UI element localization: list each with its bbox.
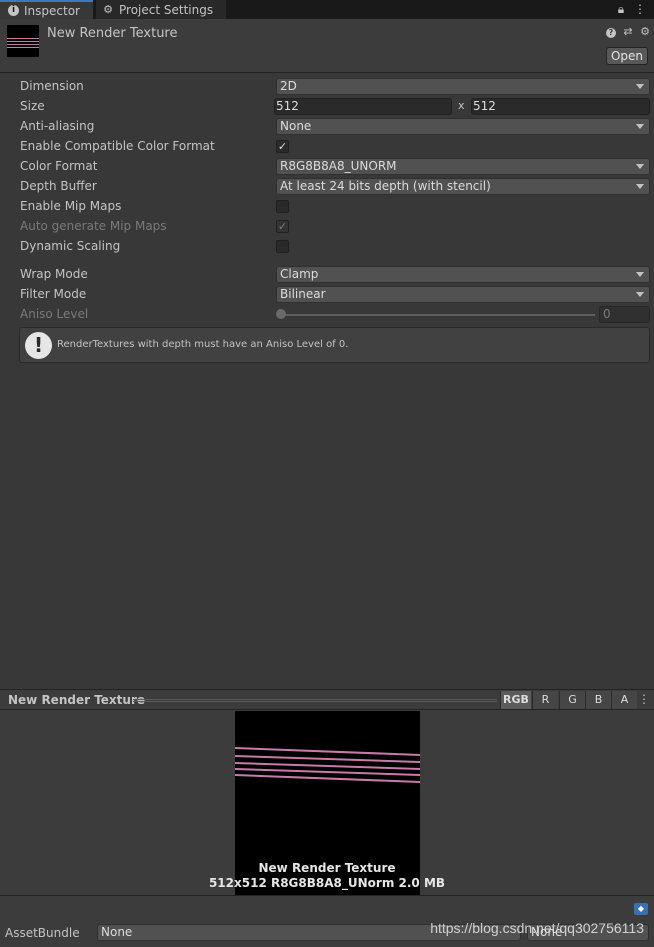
row-wrap-mode: Wrap Mode Clamp (0, 264, 654, 284)
dropdown-arrow-icon (636, 124, 644, 129)
auto-mip-checkbox: ✓ (276, 220, 289, 233)
preview-area: New Render Texture 512x512 R8G8B8A8_UNor… (0, 710, 654, 895)
wrap-mode-value: Clamp (280, 267, 319, 281)
channel-r-button[interactable]: R (532, 691, 558, 709)
asset-bundle-value: None (101, 925, 133, 939)
row-filter-mode: Filter Mode Bilinear (0, 284, 654, 304)
tab-bar: i Inspector ⚙ Project Settings 🔒︎ ⋮ (0, 0, 654, 19)
dimension-label: Dimension (20, 79, 84, 93)
preview-drag-grip[interactable] (133, 699, 497, 702)
preview-title: New Render Texture (8, 693, 145, 707)
depth-buffer-label: Depth Buffer (20, 179, 97, 193)
help-icon[interactable]: ? (605, 28, 616, 38)
render-texture-thumbnail (7, 25, 39, 57)
row-depth-buffer: Depth Buffer At least 24 bits depth (wit… (0, 176, 654, 196)
help-box: ! RenderTextures with depth must have an… (19, 327, 650, 363)
dropdown-arrow-icon (636, 272, 644, 277)
header-icons: ? ⇄ ⚙ (602, 25, 650, 38)
asset-bundle-bar: ◆ AssetBundle None None https://blog.csd… (0, 895, 654, 947)
dropdown-arrow-icon (636, 164, 644, 169)
aniso-level-field: 0 (599, 306, 650, 323)
mip-maps-checkbox[interactable] (276, 200, 289, 213)
open-button[interactable]: Open (606, 47, 648, 65)
aniso-level-label: Aniso Level (20, 307, 89, 321)
dropdown-arrow-icon (636, 84, 644, 89)
row-auto-mip: Auto generate Mip Maps ✓ (0, 216, 654, 236)
row-aniso-level: Aniso Level 0 (0, 304, 654, 324)
dynamic-scaling-checkbox[interactable] (276, 240, 289, 253)
kebab-menu-icon[interactable]: ⋮ (634, 2, 646, 16)
size-separator: x (458, 99, 465, 112)
warning-icon: ! (25, 332, 52, 359)
asset-bundle-label: AssetBundle (5, 926, 80, 940)
tab-inspector[interactable]: i Inspector (0, 0, 93, 19)
row-dimension: Dimension 2D (0, 76, 654, 96)
dimension-value: 2D (280, 79, 297, 93)
channel-rgb-button[interactable]: RGB (500, 691, 531, 709)
wrap-mode-label: Wrap Mode (20, 267, 88, 281)
help-box-message: RenderTextures with depth must have an A… (57, 339, 349, 350)
anti-aliasing-label: Anti-aliasing (20, 119, 95, 133)
lock-icon[interactable]: 🔒︎ (618, 2, 624, 16)
inspector-header: New Render Texture ? ⇄ ⚙ Open (0, 19, 654, 73)
compatible-color-checkbox[interactable]: ✓ (276, 140, 289, 153)
preview-menu-icon[interactable]: ⋮ (638, 692, 650, 706)
dropdown-arrow-icon (636, 184, 644, 189)
preview-texture-name: New Render Texture (258, 861, 396, 875)
filter-mode-dropdown[interactable]: Bilinear (276, 286, 650, 303)
dimension-dropdown[interactable]: 2D (276, 78, 650, 95)
row-dynamic-scaling: Dynamic Scaling (0, 236, 654, 256)
preview-header[interactable]: New Render Texture RGB R G B A ⋮ (0, 689, 654, 710)
color-format-value: R8G8B8A8_UNORM (280, 159, 397, 173)
channel-g-button[interactable]: G (559, 691, 585, 709)
depth-buffer-value: At least 24 bits depth (with stencil) (280, 179, 491, 193)
tab-project-settings-label: Project Settings (119, 2, 214, 17)
preview-texture-info: 512x512 R8G8B8A8_UNorm 2.0 MB (208, 876, 446, 890)
aniso-slider-track (281, 314, 595, 316)
tab-inspector-label: Inspector (24, 3, 80, 18)
row-mip-maps: Enable Mip Maps (0, 196, 654, 216)
row-anti-aliasing: Anti-aliasing None (0, 116, 654, 136)
settings-gear-icon[interactable]: ⚙ (640, 25, 650, 38)
anti-aliasing-dropdown[interactable]: None (276, 118, 650, 135)
watermark-text: https://blog.csdn.net/qq302756113 (430, 920, 644, 936)
tag-icon[interactable]: ◆ (634, 903, 648, 915)
gear-icon: ⚙ (103, 3, 113, 16)
depth-buffer-dropdown[interactable]: At least 24 bits depth (with stencil) (276, 178, 650, 195)
size-height-field[interactable]: 512 (471, 98, 650, 115)
auto-mip-label: Auto generate Mip Maps (20, 219, 167, 233)
wrap-mode-dropdown[interactable]: Clamp (276, 266, 650, 283)
dropdown-arrow-icon (636, 292, 644, 297)
filter-mode-label: Filter Mode (20, 287, 87, 301)
row-size: Size 512 x 512 (0, 96, 654, 116)
channel-b-button[interactable]: B (585, 691, 611, 709)
row-compatible-color: Enable Compatible Color Format ✓ (0, 136, 654, 156)
filter-mode-value: Bilinear (280, 287, 326, 301)
asset-title: New Render Texture (47, 26, 178, 41)
preset-icon[interactable]: ⇄ (623, 25, 632, 38)
info-icon: i (8, 5, 19, 16)
tab-project-settings[interactable]: ⚙ Project Settings (96, 0, 226, 19)
compatible-color-label: Enable Compatible Color Format (20, 139, 215, 153)
dynamic-scaling-label: Dynamic Scaling (20, 239, 121, 253)
size-label: Size (20, 99, 45, 113)
anti-aliasing-value: None (280, 119, 312, 133)
color-format-label: Color Format (20, 159, 98, 173)
mip-maps-label: Enable Mip Maps (20, 199, 122, 213)
row-color-format: Color Format R8G8B8A8_UNORM (0, 156, 654, 176)
size-width-field[interactable]: 512 (274, 98, 452, 115)
tab-bar-controls: 🔒︎ ⋮ (612, 2, 646, 17)
color-format-dropdown[interactable]: R8G8B8A8_UNORM (276, 158, 650, 175)
aniso-slider-thumb (276, 309, 286, 319)
channel-a-button[interactable]: A (611, 691, 637, 709)
